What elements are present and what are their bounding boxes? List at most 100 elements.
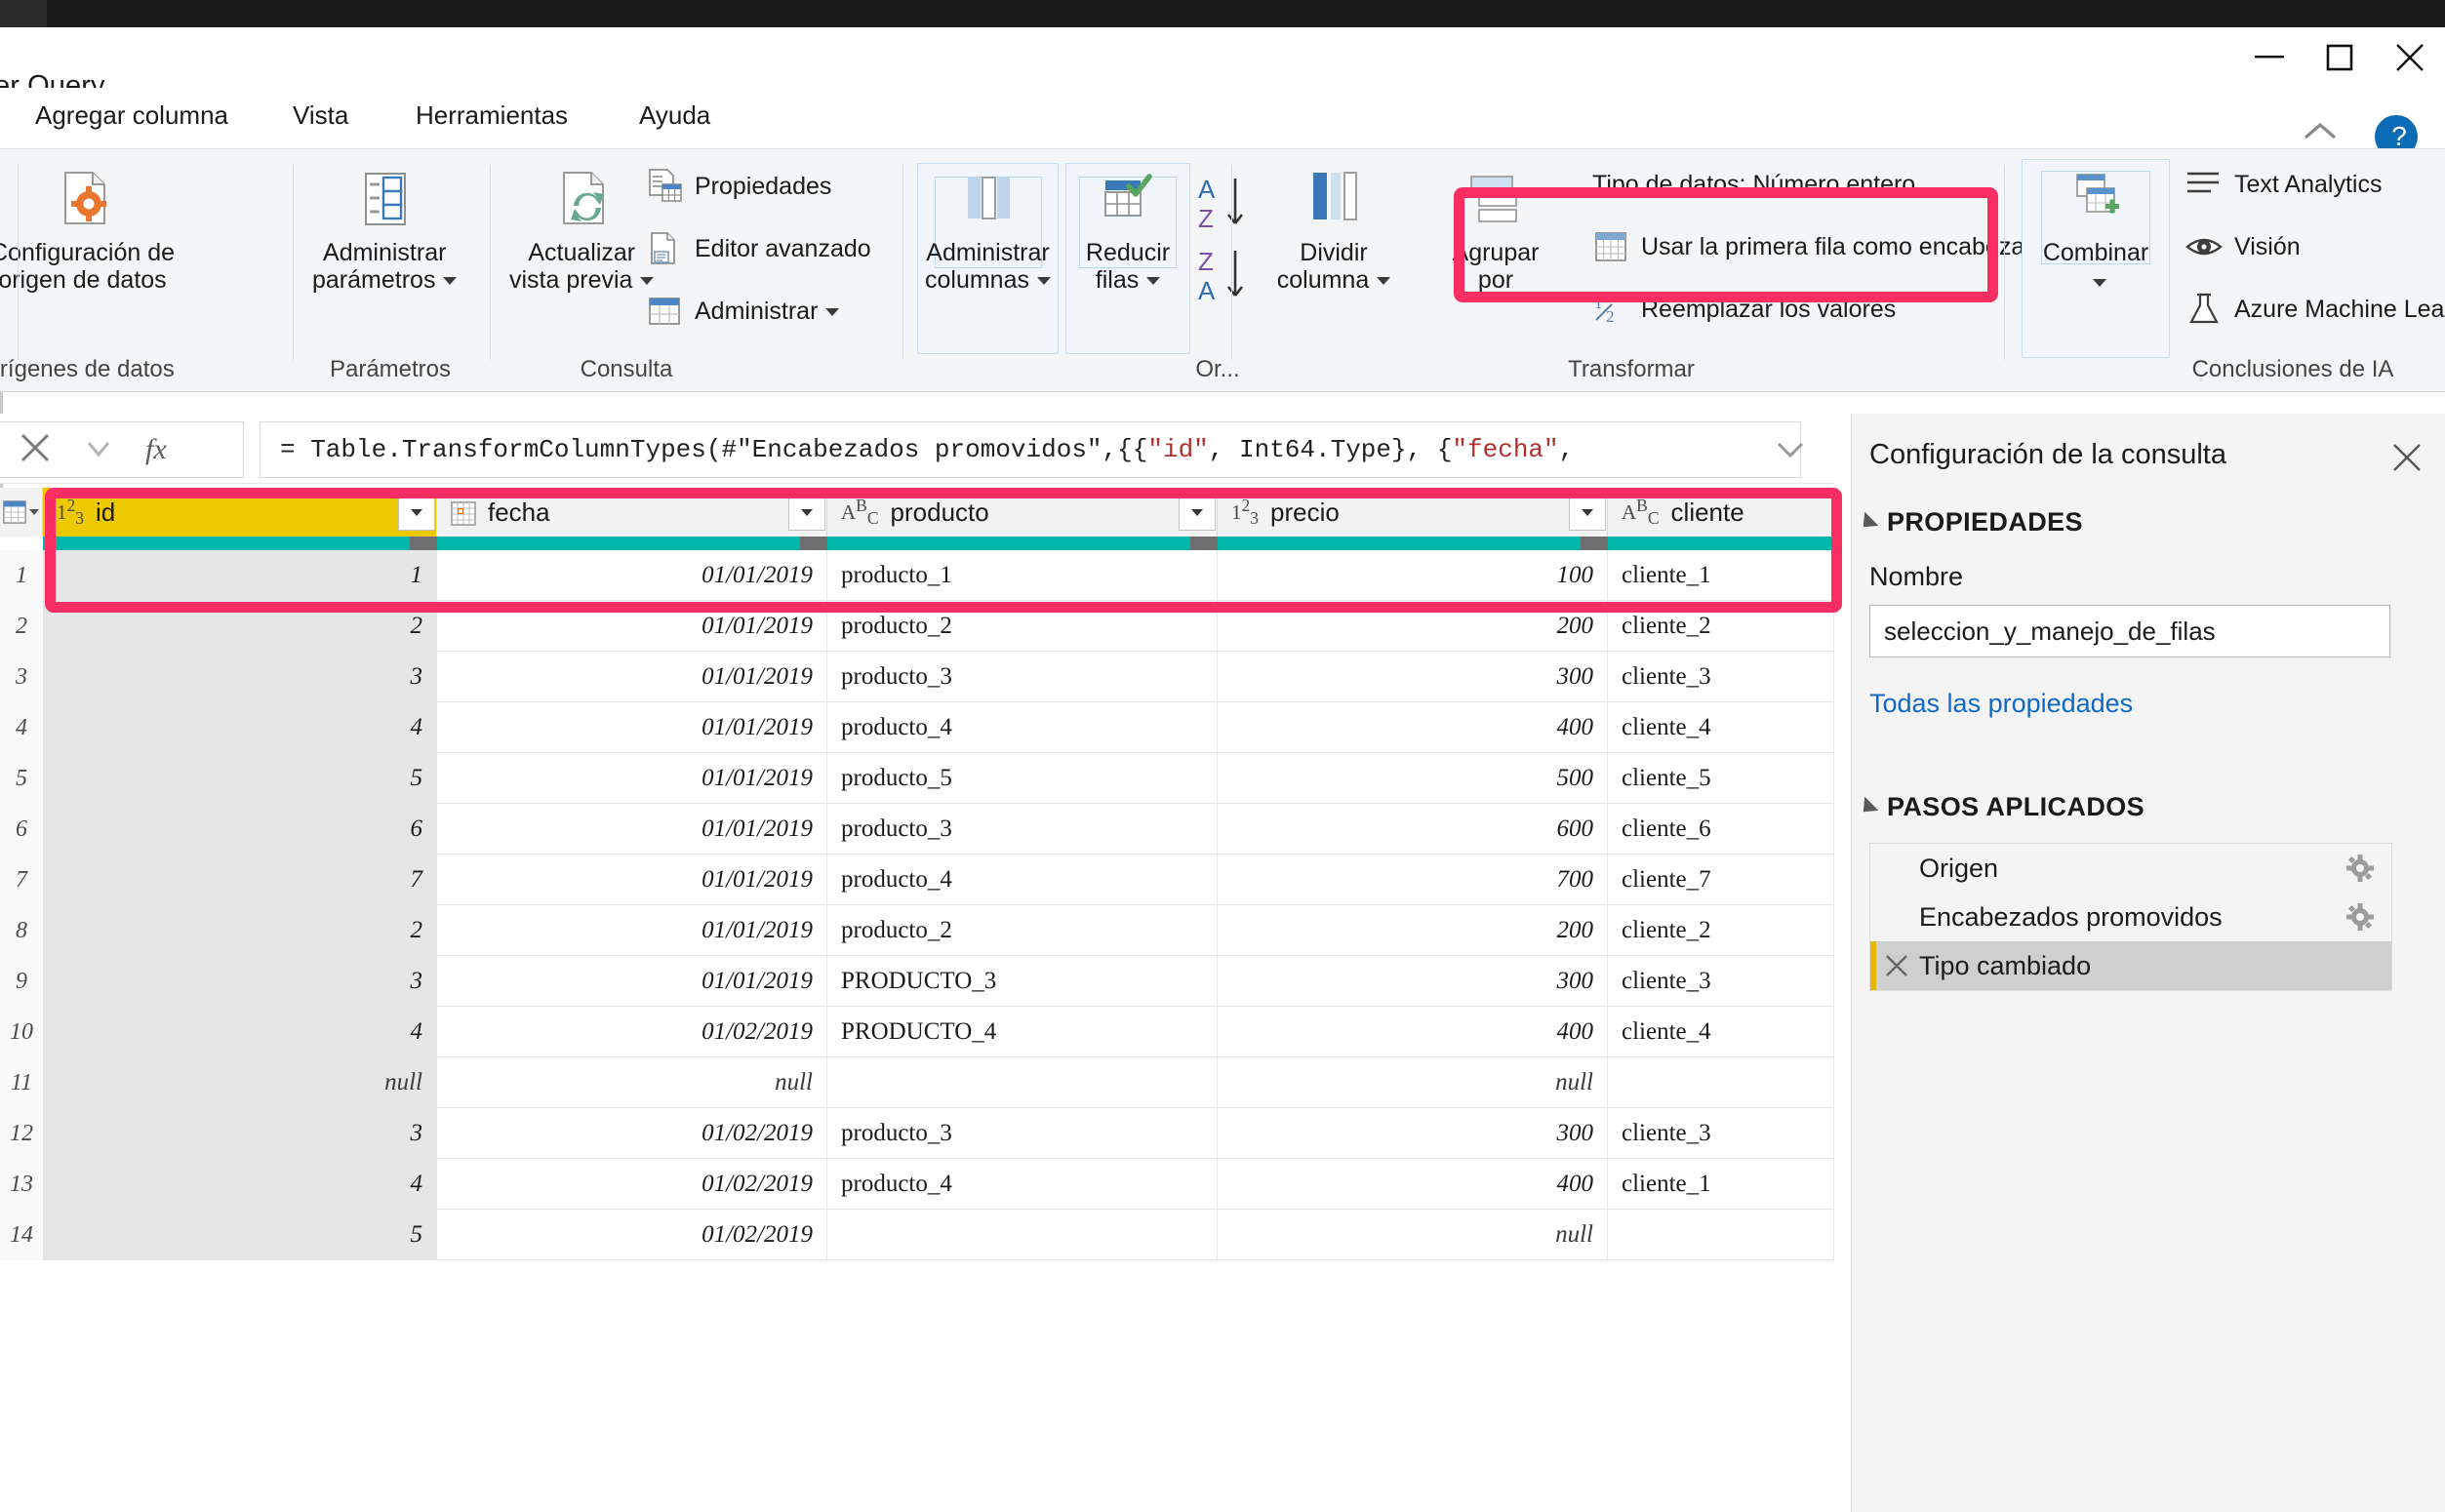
row-number[interactable]: 2 xyxy=(0,601,43,652)
column-header-precio[interactable]: 123 precio xyxy=(1218,488,1608,537)
cell-producto[interactable]: producto_5 xyxy=(827,753,1218,804)
cell-producto[interactable]: producto_4 xyxy=(827,702,1218,753)
cell-producto[interactable]: producto_2 xyxy=(827,905,1218,956)
applied-step[interactable]: Origen xyxy=(1870,844,2391,893)
cell-cliente[interactable]: cliente_6 xyxy=(1608,804,1834,855)
column-header-fecha[interactable]: fecha xyxy=(437,488,827,537)
dividir-columna-button[interactable]: Dividir columna xyxy=(1251,163,1417,294)
cell-producto[interactable]: producto_3 xyxy=(827,1108,1218,1159)
all-properties-link[interactable]: Todas las propiedades xyxy=(1869,689,2133,719)
tab-vista[interactable]: Vista xyxy=(293,100,348,131)
actualizar-vista-previa-button[interactable]: Actualizar vista previa xyxy=(509,163,655,294)
cell-producto[interactable]: producto_1 xyxy=(827,550,1218,601)
accept-formula-icon[interactable] xyxy=(85,434,112,466)
cancel-formula-icon[interactable] xyxy=(19,431,52,469)
cell-cliente[interactable]: cliente_1 xyxy=(1608,1159,1834,1210)
cell-precio[interactable]: 200 xyxy=(1218,905,1608,956)
row-number[interactable]: 8 xyxy=(0,905,43,956)
cell-fecha[interactable]: 01/01/2019 xyxy=(437,804,827,855)
cell-id[interactable]: 5 xyxy=(43,1210,437,1260)
chevron-down-icon[interactable] xyxy=(1377,277,1391,286)
column-header-producto[interactable]: ABC producto xyxy=(827,488,1218,537)
cell-id[interactable]: 1 xyxy=(43,550,437,601)
chevron-down-icon[interactable] xyxy=(443,277,458,286)
cell-precio[interactable]: 300 xyxy=(1218,1108,1608,1159)
cell-id[interactable]: null xyxy=(43,1057,437,1108)
table-row[interactable]: 2 2 01/01/2019 producto_2 200 cliente_2 xyxy=(0,601,1834,652)
chevron-down-icon[interactable] xyxy=(825,307,840,316)
table-row[interactable]: 4 4 01/01/2019 producto_4 400 cliente_4 xyxy=(0,702,1834,753)
cell-cliente[interactable]: cliente_3 xyxy=(1608,1108,1834,1159)
cell-id[interactable]: 4 xyxy=(43,702,437,753)
combinar-button[interactable]: Combinar xyxy=(2022,163,2170,296)
propiedades-button[interactable]: Propiedades xyxy=(646,165,831,208)
reducir-filas-button[interactable]: Reducir filas xyxy=(1065,163,1190,294)
cell-cliente[interactable]: cliente_1 xyxy=(1608,550,1834,601)
cell-id[interactable]: 2 xyxy=(43,601,437,652)
cell-producto[interactable]: PRODUCTO_4 xyxy=(827,1007,1218,1057)
cell-producto[interactable] xyxy=(827,1210,1218,1260)
administrar-button[interactable]: Administrar xyxy=(646,290,840,333)
cell-producto[interactable]: producto_3 xyxy=(827,652,1218,702)
chevron-down-icon[interactable] xyxy=(1037,277,1051,286)
table-row[interactable]: 3 3 01/01/2019 producto_3 300 cliente_3 xyxy=(0,652,1834,702)
column-filter-id[interactable] xyxy=(398,494,435,531)
text-analytics-button[interactable]: Text Analytics xyxy=(2185,163,2382,206)
cell-cliente[interactable]: cliente_2 xyxy=(1608,905,1834,956)
cell-cliente[interactable]: cliente_4 xyxy=(1608,702,1834,753)
cell-precio[interactable]: null xyxy=(1218,1057,1608,1108)
cell-producto[interactable]: PRODUCTO_3 xyxy=(827,956,1218,1007)
cell-fecha[interactable]: 01/01/2019 xyxy=(437,652,827,702)
table-row[interactable]: 10 4 01/02/2019 PRODUCTO_4 400 cliente_4 xyxy=(0,1007,1834,1057)
row-number[interactable]: 14 xyxy=(0,1210,43,1260)
table-row[interactable]: 5 5 01/01/2019 producto_5 500 cliente_5 xyxy=(0,753,1834,804)
tab-herramientas[interactable]: Herramientas xyxy=(416,100,568,131)
agrupar-por-button[interactable]: Agrupar por xyxy=(1423,163,1569,294)
tab-ayuda[interactable]: Ayuda xyxy=(639,100,710,131)
cell-fecha[interactable]: 01/02/2019 xyxy=(437,1007,827,1057)
cell-precio[interactable]: 100 xyxy=(1218,550,1608,601)
column-filter-producto[interactable] xyxy=(1179,494,1216,531)
reemplazar-valores-button[interactable]: 1 2 Reemplazar los valores xyxy=(1592,288,1896,331)
collapse-ribbon-icon[interactable] xyxy=(2301,119,2340,144)
properties-section-header[interactable]: PROPIEDADES xyxy=(1856,507,2083,537)
row-number[interactable]: 5 xyxy=(0,753,43,804)
table-row[interactable]: 7 7 01/01/2019 producto_4 700 cliente_7 xyxy=(0,855,1834,905)
table-row[interactable]: 14 5 01/02/2019 null xyxy=(0,1210,1834,1260)
cell-precio[interactable]: 300 xyxy=(1218,652,1608,702)
expand-formula-bar-icon[interactable] xyxy=(1776,439,1805,465)
column-filter-precio[interactable] xyxy=(1569,494,1606,531)
close-panel-icon[interactable] xyxy=(2390,441,2424,474)
table-row[interactable]: 11 null null null xyxy=(0,1057,1834,1108)
cell-producto[interactable]: producto_4 xyxy=(827,1159,1218,1210)
close-button[interactable] xyxy=(2375,27,2445,88)
cell-fecha[interactable]: 01/01/2019 xyxy=(437,905,827,956)
row-number[interactable]: 7 xyxy=(0,855,43,905)
cell-cliente[interactable]: cliente_4 xyxy=(1608,1007,1834,1057)
cell-id[interactable]: 4 xyxy=(43,1007,437,1057)
cell-precio[interactable]: null xyxy=(1218,1210,1608,1260)
cell-fecha[interactable]: 01/01/2019 xyxy=(437,702,827,753)
row-number[interactable]: 4 xyxy=(0,702,43,753)
cell-fecha[interactable]: 01/02/2019 xyxy=(437,1108,827,1159)
chevron-down-icon[interactable] xyxy=(1146,277,1161,286)
table-row[interactable]: 9 3 01/01/2019 PRODUCTO_3 300 cliente_3 xyxy=(0,956,1834,1007)
azure-machine-learning-button[interactable]: Azure Machine Learn xyxy=(2185,288,2445,331)
row-number[interactable]: 9 xyxy=(0,956,43,1007)
select-all-columns-button[interactable] xyxy=(0,488,43,537)
cell-fecha[interactable]: null xyxy=(437,1057,827,1108)
cell-precio[interactable]: 400 xyxy=(1218,1007,1608,1057)
cell-fecha[interactable]: 01/01/2019 xyxy=(437,753,827,804)
cell-cliente[interactable]: cliente_2 xyxy=(1608,601,1834,652)
cell-cliente[interactable]: cliente_3 xyxy=(1608,956,1834,1007)
applied-steps-section-header[interactable]: PASOS APLICADOS xyxy=(1856,792,2144,822)
cell-fecha[interactable]: 01/02/2019 xyxy=(437,1159,827,1210)
table-row[interactable]: 6 6 01/01/2019 producto_3 600 cliente_6 xyxy=(0,804,1834,855)
cell-cliente[interactable]: cliente_5 xyxy=(1608,753,1834,804)
table-row[interactable]: 8 2 01/01/2019 producto_2 200 cliente_2 xyxy=(0,905,1834,956)
cell-precio[interactable]: 400 xyxy=(1218,1159,1608,1210)
column-filter-fecha[interactable] xyxy=(788,494,825,531)
chevron-down-icon[interactable] xyxy=(2093,279,2106,288)
cell-producto[interactable]: producto_4 xyxy=(827,855,1218,905)
gear-icon[interactable] xyxy=(2346,855,2374,882)
